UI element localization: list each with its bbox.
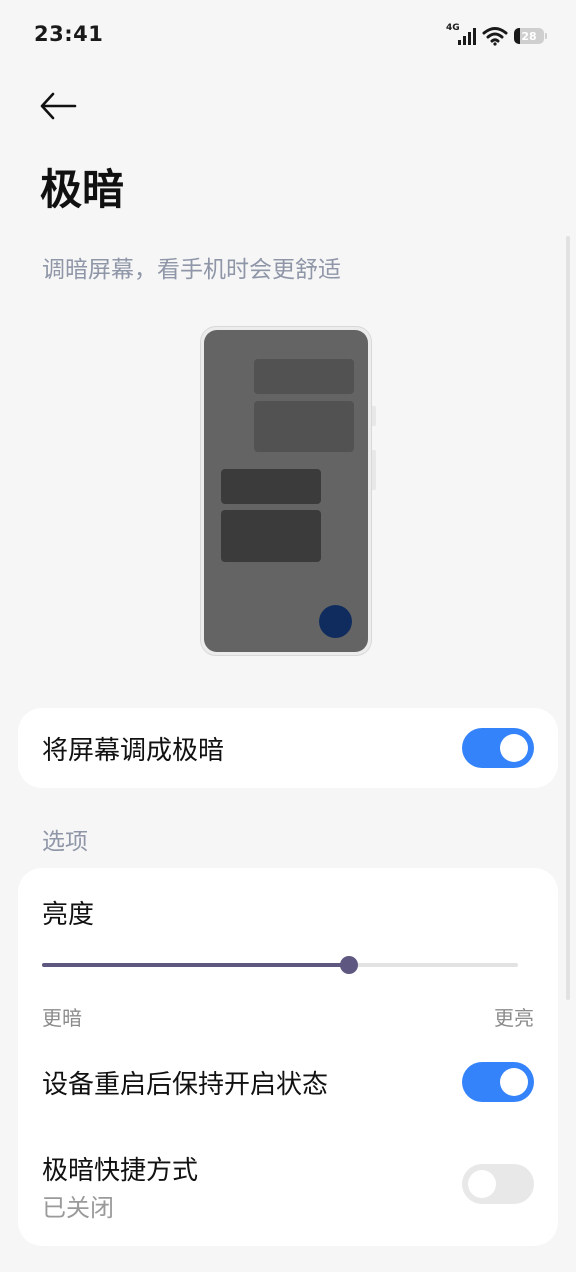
- brightness-max-label: 更亮: [494, 1006, 534, 1030]
- message-bubble: [254, 359, 354, 394]
- shortcut-status: 已关闭: [42, 1194, 114, 1222]
- shortcut-label: 极暗快捷方式: [42, 1156, 199, 1186]
- main-toggle-label: 将屏幕调成极暗: [42, 736, 225, 766]
- brightness-min-label: 更暗: [42, 1006, 82, 1030]
- scrollbar[interactable]: [566, 236, 570, 1000]
- status-icons: 4G 28: [446, 23, 547, 48]
- options-card: 亮度 更暗 更亮 设备重启后保持开启状态 极暗快捷方式 已关闭: [18, 868, 558, 1246]
- wifi-icon: [482, 27, 508, 46]
- shortcut-toggle[interactable]: [462, 1164, 534, 1204]
- brightness-slider[interactable]: [42, 950, 518, 980]
- floating-action-dot: [319, 605, 352, 638]
- extra-dim-toggle[interactable]: [462, 728, 534, 768]
- main-toggle-card: 将屏幕调成极暗: [18, 708, 558, 788]
- keep-after-restart-label: 设备重启后保持开启状态: [42, 1070, 329, 1100]
- phone-screen: [204, 330, 368, 652]
- message-bubble: [254, 401, 354, 452]
- slider-thumb[interactable]: [340, 956, 359, 974]
- status-bar: 23:41 4G 28: [0, 0, 576, 72]
- battery-icon: 28: [514, 28, 547, 44]
- message-bubble: [221, 469, 321, 504]
- phone-preview-illustration: [200, 326, 376, 658]
- brightness-label: 亮度: [42, 900, 95, 930]
- message-bubble: [221, 510, 321, 562]
- page-subtitle: 调暗屏幕，看手机时会更舒适: [42, 257, 341, 283]
- phone-side-button: [372, 450, 376, 490]
- status-time: 23:41: [34, 22, 104, 46]
- signal-icon: 4G: [446, 23, 476, 47]
- toggle-knob: [500, 1068, 528, 1096]
- page-title: 极暗: [40, 165, 125, 214]
- phone-side-button: [372, 406, 376, 426]
- battery-level: 28: [521, 29, 537, 43]
- toggle-knob: [500, 734, 528, 762]
- toggle-knob: [468, 1170, 496, 1198]
- section-header-options: 选项: [42, 829, 88, 855]
- keep-after-restart-toggle[interactable]: [462, 1062, 534, 1102]
- back-button[interactable]: [36, 86, 80, 126]
- arrow-left-icon: [40, 92, 77, 120]
- slider-fill: [42, 963, 350, 967]
